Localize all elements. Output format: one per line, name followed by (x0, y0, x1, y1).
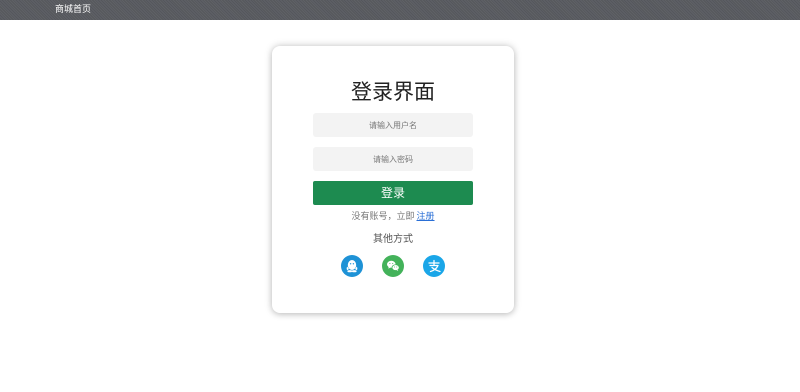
wechat-login-button[interactable] (382, 255, 404, 277)
register-link[interactable]: 注册 (417, 212, 435, 222)
no-account-text: 没有账号，立即 (351, 212, 415, 222)
register-prompt: 没有账号，立即 注册 (272, 211, 514, 223)
alipay-icon (428, 259, 441, 273)
qq-login-button[interactable] (341, 255, 363, 277)
wechat-icon (387, 260, 400, 271)
mall-home-link[interactable]: 商城首页 (55, 4, 91, 16)
page-title: 登录界面 (351, 80, 435, 104)
top-nav-bar: 商城首页 (0, 0, 800, 20)
username-input[interactable] (313, 113, 473, 137)
login-button[interactable]: 登录 (313, 181, 473, 205)
password-input[interactable] (313, 147, 473, 171)
other-login-methods-label: 其他方式 (373, 234, 413, 245)
qq-icon (346, 260, 358, 273)
alipay-login-button[interactable] (423, 255, 445, 277)
login-card: 登录界面 登录 没有账号，立即注册 其他方式 (272, 46, 514, 313)
